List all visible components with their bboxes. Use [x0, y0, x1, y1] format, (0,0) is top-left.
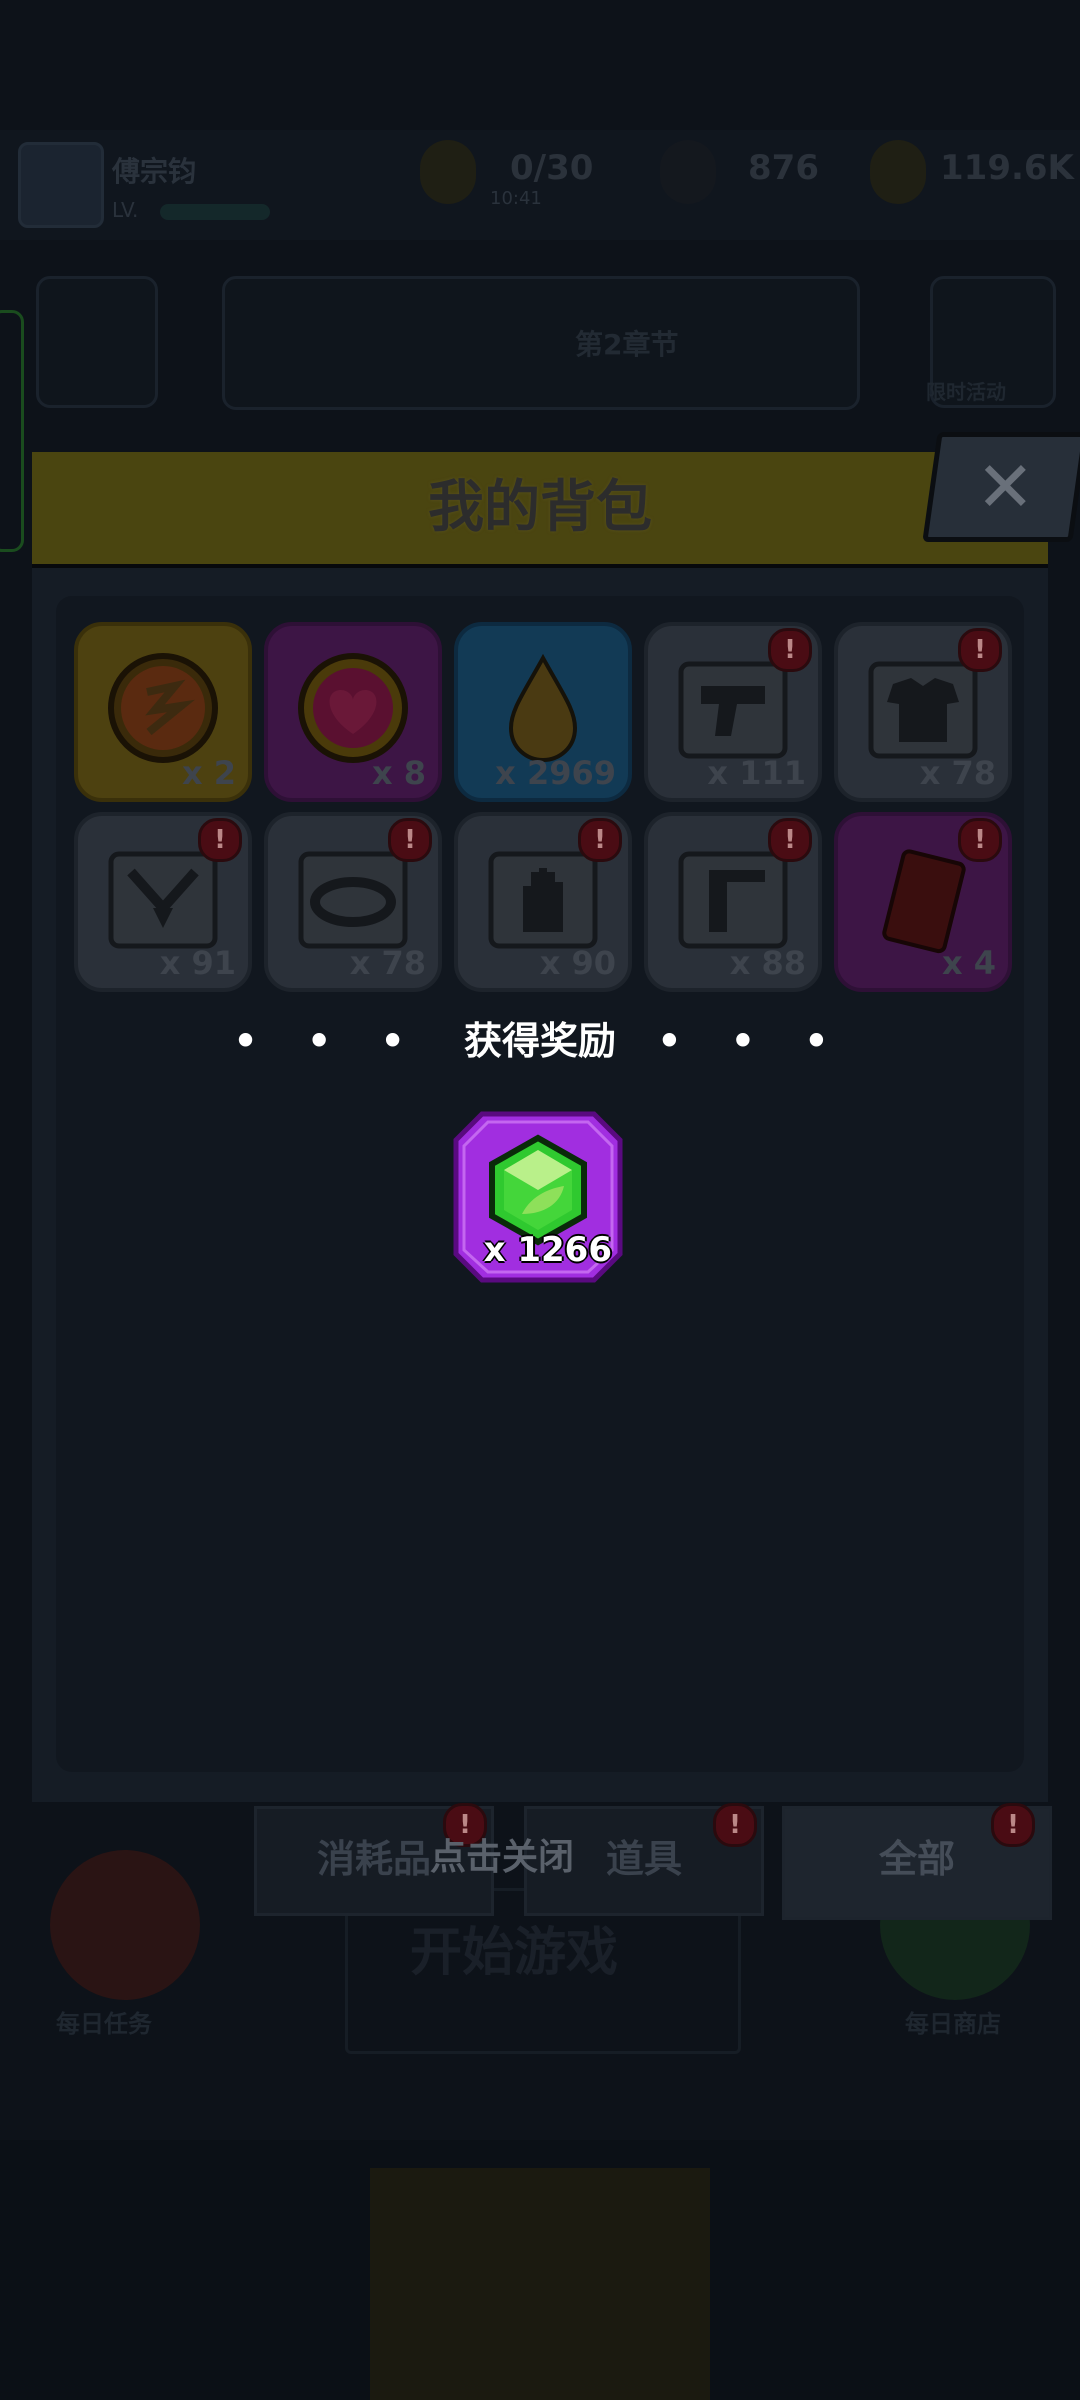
chapter-panel[interactable]: 第2章节	[222, 276, 860, 410]
energy-icon	[420, 140, 476, 204]
item-slot[interactable]: x 78 !	[264, 812, 442, 992]
heart-orb-icon	[298, 653, 408, 763]
close-icon: ✕	[975, 446, 1035, 528]
gem-value: 876	[748, 148, 819, 188]
alert-icon: !	[958, 628, 1002, 672]
item-qty: x 2969	[495, 754, 616, 792]
item-slot[interactable]: x 4 !	[834, 812, 1012, 992]
alert-icon: !	[768, 818, 812, 862]
player-level: LV.	[112, 198, 139, 222]
item-slot[interactable]: x 2969	[454, 622, 632, 802]
daily-task-label: 每日任务	[56, 2010, 152, 2038]
oil-drop-icon	[508, 653, 578, 763]
menu-button[interactable]	[36, 276, 158, 408]
reward-title: • • • 获得奖励 • • •	[0, 1010, 1080, 1065]
item-slot[interactable]: x 88 !	[644, 812, 822, 992]
item-slot[interactable]: x 8	[264, 622, 442, 802]
rune-orb-icon	[108, 653, 218, 763]
event-label: 限时活动	[926, 380, 1006, 404]
item-slot[interactable]: x 90 !	[454, 812, 632, 992]
tap-to-close-hint[interactable]: 点击关闭	[430, 1828, 574, 1880]
alert-icon: !	[198, 818, 242, 862]
item-qty: x 78	[349, 944, 426, 982]
item-qty: x 2	[181, 754, 236, 792]
tab-all[interactable]: 全部 !	[782, 1803, 1052, 1920]
close-button[interactable]: ✕	[922, 432, 1080, 542]
daily-task-button[interactable]	[50, 1850, 200, 2000]
reward-dots-right: • • •	[657, 1019, 847, 1063]
item-qty: x 88	[729, 944, 806, 982]
item-qty: x 91	[159, 944, 236, 982]
tab-label: 全部	[878, 1837, 955, 1881]
item-qty: x 90	[539, 944, 616, 982]
reward-dots-left: • • •	[233, 1019, 423, 1063]
player-name: 傅宗钧	[112, 155, 197, 188]
item-qty: x 8	[371, 754, 426, 792]
item-slot[interactable]: x 111 !	[644, 622, 822, 802]
item-slot[interactable]: x 91 !	[74, 812, 252, 992]
item-qty: x 4	[941, 944, 996, 982]
energy-value: 0/30	[510, 148, 594, 188]
alert-icon: !	[991, 1803, 1035, 1847]
item-qty: x 111	[707, 754, 806, 792]
daily-shop-label: 每日商店	[905, 2010, 1001, 2038]
alert-icon: !	[958, 818, 1002, 862]
tab-label: 道具	[605, 1837, 682, 1881]
backpack-title: 我的背包	[428, 475, 652, 540]
item-slot[interactable]: x 78 !	[834, 622, 1012, 802]
player-avatar[interactable]	[18, 142, 104, 228]
reward-qty: x 1266	[483, 1230, 612, 1270]
item-qty: x 78	[919, 754, 996, 792]
tab-label: 消耗品	[316, 1837, 431, 1881]
gem-icon	[660, 140, 716, 204]
item-slot[interactable]: x 2	[74, 622, 252, 802]
alert-icon: !	[713, 1803, 757, 1847]
chapter-label: 第2章节	[575, 328, 679, 361]
coin-value: 119.6K	[940, 148, 1074, 188]
coin-icon	[870, 140, 926, 204]
start-game-label: 开始游戏	[410, 1923, 619, 1983]
reward-title-text: 获得奖励	[463, 1019, 616, 1063]
alert-icon: !	[578, 818, 622, 862]
alert-icon: !	[768, 628, 812, 672]
energy-timer: 10:41	[490, 188, 542, 209]
nav-battle-tab[interactable]	[370, 2168, 710, 2400]
alert-icon: !	[388, 818, 432, 862]
xp-bar	[160, 204, 270, 220]
